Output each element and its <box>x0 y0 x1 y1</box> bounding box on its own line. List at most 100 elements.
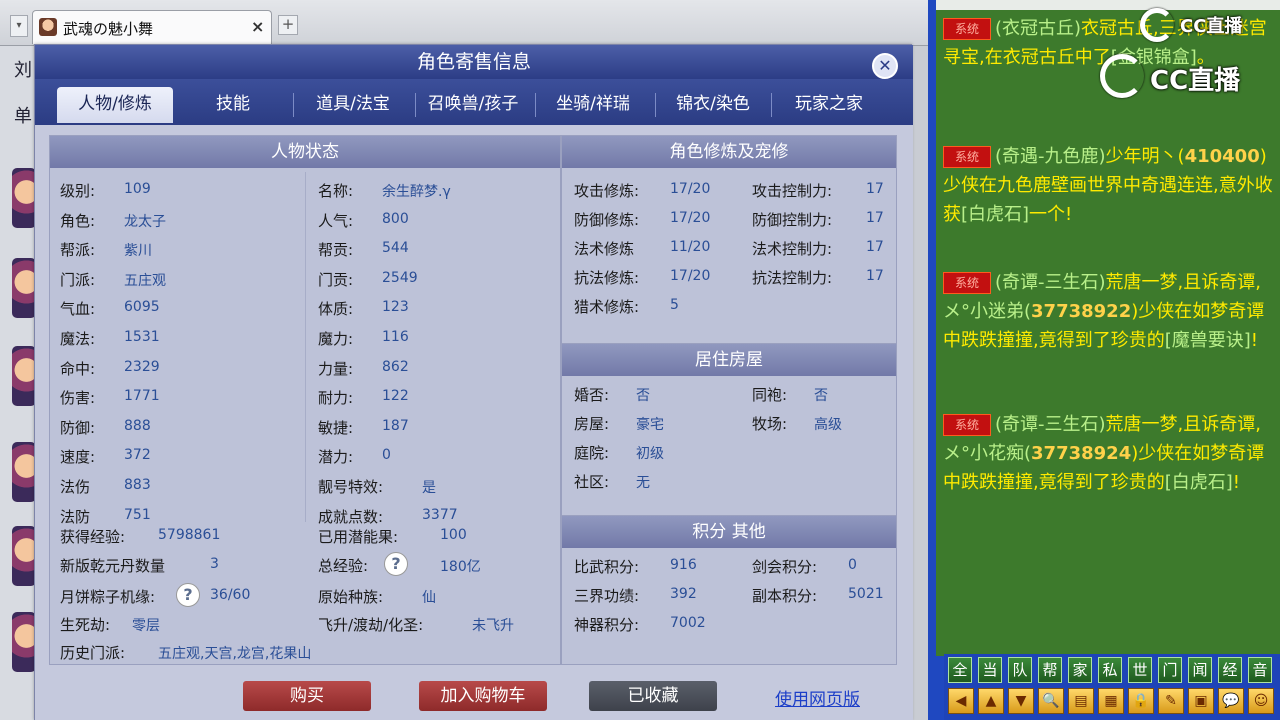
chat-tool-icon[interactable]: ✎ <box>1158 688 1184 714</box>
chat-tool-icon[interactable]: ▤ <box>1068 688 1094 714</box>
chat-tool-icon[interactable]: ▦ <box>1098 688 1124 714</box>
tab-dropdown-icon[interactable]: ▾ <box>10 15 28 37</box>
race-value: 仙 <box>422 590 436 606</box>
character-avatar[interactable] <box>12 612 36 672</box>
cultivation-header: 角色修炼及宠修 <box>562 136 896 168</box>
status-label: 敏捷: <box>318 418 354 437</box>
housing-value: 初级 <box>636 446 664 462</box>
status-label: 帮贡: <box>318 241 354 260</box>
character-avatar[interactable] <box>12 258 36 318</box>
status-value: 是 <box>422 480 436 496</box>
buy-button[interactable]: 购买 <box>243 681 371 711</box>
tab-mounts[interactable]: 坐骑/祥瑞 <box>537 87 649 123</box>
chat-channel-button[interactable]: 私 <box>1098 657 1122 683</box>
system-tag: 系统 <box>943 146 991 168</box>
chat-tool-icon[interactable]: ▼ <box>1008 688 1034 714</box>
left-fragment-text: 单 <box>14 106 32 127</box>
favorited-button[interactable]: 已收藏 <box>589 681 717 711</box>
status-label: 法伤 <box>60 478 91 496</box>
status-value: 109 <box>124 181 151 197</box>
housing-panel: 居住房屋 婚否: 否 同袍: 否房屋: 豪宅 牧场: 高级 庭院: 初级 社区: 无 <box>561 343 897 517</box>
chat-tool-icon[interactable]: 🔒 <box>1128 688 1154 714</box>
status-value: 1771 <box>124 388 160 405</box>
chat-tool-icon[interactable]: 🔍 <box>1038 688 1064 714</box>
tab-home[interactable]: 玩家之家 <box>773 87 885 123</box>
help-icon[interactable]: ? <box>384 552 408 576</box>
status-value: 751 <box>124 506 151 523</box>
chat-channel-button[interactable]: 当 <box>978 657 1002 683</box>
tab-items[interactable]: 道具/法宝 <box>297 87 409 123</box>
tab-content: 人物状态 级别: 109 角色: 龙太子 帮派: 紫川 门派: 五庄观 气血: 6095 魔法: 15… <box>35 125 913 671</box>
status-value: 372 <box>124 447 151 464</box>
history-label: 历史门派: <box>60 644 126 662</box>
add-to-cart-button[interactable]: 加入购物车 <box>419 681 547 711</box>
character-avatar[interactable] <box>12 526 36 586</box>
status-label: 速度: <box>60 448 96 467</box>
total-exp-value: 180亿 <box>440 559 481 575</box>
help-icon[interactable]: ? <box>176 583 200 607</box>
status-label: 伤害: <box>60 389 96 408</box>
chat-tool-icon[interactable]: ◀ <box>948 688 974 714</box>
status-label: 人气: <box>318 211 354 230</box>
chat-channel-button[interactable]: 队 <box>1008 657 1032 683</box>
chat-channel-button[interactable]: 世 <box>1128 657 1152 683</box>
status-label: 级别: <box>60 182 96 200</box>
tab-costume[interactable]: 锦衣/染色 <box>657 87 769 123</box>
chat-channel-button[interactable]: 音 <box>1248 657 1272 683</box>
points-panel: 积分 其他 比武积分: 916 剑会积分: 0 三界功绩: 392 副本积分: 5021 神器积… <box>561 515 897 665</box>
housing-label: 房屋: <box>574 415 610 433</box>
tab-character[interactable]: 人物/修炼 <box>57 87 173 123</box>
chat-channel-button[interactable]: 全 <box>948 657 972 683</box>
housing-value: 否 <box>636 388 650 404</box>
chat-tool-icon[interactable]: ☺ <box>1248 688 1274 714</box>
cultivation-value: 17 <box>866 210 884 226</box>
chat-tool-icon[interactable]: ▣ <box>1188 688 1214 714</box>
favicon-icon <box>39 18 57 36</box>
chat-text: 在衣冠古丘中 <box>984 47 1093 68</box>
points-label: 比武积分: <box>574 558 640 576</box>
cultivation-value: 17 <box>866 268 884 284</box>
chat-channel-button[interactable]: 经 <box>1218 657 1242 683</box>
character-avatar[interactable] <box>12 168 36 228</box>
status-value: 紫川 <box>124 243 152 260</box>
tab-divider <box>415 93 416 117</box>
chat-location: (奇谭-三生石) <box>995 272 1106 293</box>
browser-tab[interactable]: 武魂の魅小舞 × <box>32 10 272 44</box>
tab-skills[interactable]: 技能 <box>183 87 283 123</box>
pill-value: 3 <box>210 556 219 572</box>
points-label: 神器积分: <box>574 616 640 634</box>
cultivation-label: 法术控制力: <box>752 240 833 258</box>
chat-text: 一个! <box>1029 204 1073 225</box>
status-value: 883 <box>124 477 151 493</box>
character-avatar[interactable] <box>12 346 36 406</box>
status-label: 角色: <box>60 211 96 230</box>
status-label: 靓号特效: <box>318 478 384 496</box>
cultivation-panel: 角色修炼及宠修 攻击修炼: 17/20 攻击控制力: 17 防御修炼: 17/20 防御控制… <box>561 135 897 347</box>
web-version-link[interactable]: 使用网页版 <box>775 685 860 710</box>
column-divider <box>305 172 306 522</box>
cultivation-value: 17 <box>866 181 884 197</box>
character-avatar[interactable] <box>12 442 36 502</box>
points-value: 5021 <box>848 586 884 602</box>
status-label: 力量: <box>318 359 354 378</box>
status-label: 魔法: <box>60 330 96 348</box>
chat-tool-icon[interactable]: 💬 <box>1218 688 1244 714</box>
cultivation-label: 攻击控制力: <box>752 182 833 200</box>
points-value: 916 <box>670 557 697 573</box>
chat-channel-button[interactable]: 帮 <box>1038 657 1062 683</box>
status-value: 123 <box>382 299 409 316</box>
status-panel: 人物状态 级别: 109 角色: 龙太子 帮派: 紫川 门派: 五庄观 气血: 6095 魔法: 15… <box>49 135 561 665</box>
total-exp-label: 总经验: <box>318 557 369 575</box>
chat-tool-icon[interactable]: ▲ <box>978 688 1004 714</box>
tab-pets[interactable]: 召唤兽/孩子 <box>417 87 529 123</box>
chat-channel-button[interactable]: 闻 <box>1188 657 1212 683</box>
chat-channel-button[interactable]: 家 <box>1068 657 1092 683</box>
new-tab-button[interactable]: + <box>278 15 298 35</box>
points-header: 积分 其他 <box>562 516 896 548</box>
tab-close-icon[interactable]: × <box>251 17 264 36</box>
points-value: 392 <box>670 586 697 602</box>
history-value: 五庄观,天宫,龙宫,花果山 <box>158 646 312 662</box>
status-label: 魔力: <box>318 330 354 348</box>
chat-channel-button[interactable]: 门 <box>1158 657 1182 683</box>
close-icon[interactable]: ✕ <box>872 53 898 79</box>
